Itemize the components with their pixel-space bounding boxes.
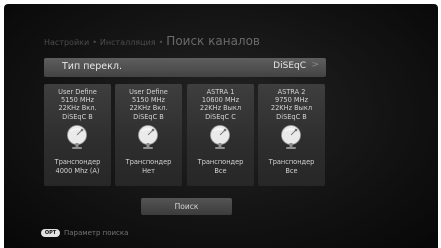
transponder-info: Транспондер Все: [258, 158, 325, 176]
options-hint: OPT Параметр поиска: [41, 229, 128, 237]
transponder-label: Транспондер: [54, 158, 101, 166]
satellite-lnb-frequency: 5150 MHz: [132, 96, 165, 105]
transponder-value: Все: [214, 167, 227, 175]
satellite-lnb-frequency: 5150 MHz: [61, 96, 94, 105]
satellite-name: ASTRA 2: [277, 88, 306, 96]
satellite-dish-icon: [210, 125, 230, 149]
breadcrumb-separator: •: [158, 38, 164, 47]
hint-text: Параметр поиска: [64, 229, 129, 237]
satellite-list: User Define 5150 MHz 22KHz Вкл. DiSEqC B…: [44, 84, 326, 186]
satellite-dish-icon: [138, 125, 158, 149]
satellite-lnb-frequency: 9750 MHz: [275, 96, 308, 105]
satellite-22khz: 22KHz Выкл: [270, 104, 313, 113]
satellite-diseqc-port: DiSEqC C: [205, 112, 236, 121]
breadcrumb-installation[interactable]: Инсталляция: [100, 38, 156, 47]
satellite-card[interactable]: ASTRA 1 10600 MHz 22KHz Выкл DiSEqC C Тр…: [187, 84, 254, 186]
transponder-value: Нет: [142, 167, 155, 175]
switch-type-label: Тип перекл.: [62, 61, 122, 72]
breadcrumb-settings[interactable]: Настройки: [44, 38, 89, 47]
satellite-info: User Define 5150 MHz 22KHz Вкл. DiSEqC B: [115, 88, 182, 121]
page-title: Поиск каналов: [166, 34, 261, 48]
transponder-value: Все: [285, 167, 298, 175]
satellite-dish-icon: [281, 125, 301, 149]
switch-type-value: DiSEqC: [273, 61, 306, 71]
satellite-diseqc-port: DiSEqC B: [62, 112, 93, 121]
transponder-label: Транспондер: [125, 158, 172, 166]
search-button[interactable]: Поиск: [141, 198, 232, 215]
satellite-diseqc-port: DiSEqC B: [276, 112, 307, 121]
transponder-label: Транспондер: [197, 158, 244, 166]
transponder-info: Транспондер Нет: [115, 158, 182, 176]
opt-key-icon[interactable]: OPT: [41, 229, 60, 237]
satellite-name: ASTRA 1: [206, 88, 235, 96]
chevron-right-icon: >: [311, 60, 319, 70]
satellite-22khz: 22KHz Выкл: [199, 104, 242, 113]
satellite-name: User Define: [129, 88, 168, 96]
tv-screen: Настройки • Инсталляция • Поиск каналов …: [4, 4, 438, 248]
transponder-value: 4000 Mhz (A): [55, 167, 100, 175]
satellite-info: ASTRA 2 9750 MHz 22KHz Выкл DiSEqC B: [258, 88, 325, 121]
satellite-lnb-frequency: 10600 MHz: [201, 96, 240, 105]
breadcrumb: Настройки • Инсталляция • Поиск каналов: [44, 34, 260, 52]
transponder-info: Транспондер 4000 Mhz (A): [44, 158, 111, 176]
satellite-card[interactable]: User Define 5150 MHz 22KHz Вкл. DiSEqC B…: [115, 84, 182, 186]
satellite-22khz: 22KHz Вкл.: [129, 104, 168, 113]
satellite-22khz: 22KHz Вкл.: [58, 104, 97, 113]
transponder-info: Транспондер Все: [187, 158, 254, 176]
switch-type-selector[interactable]: Тип перекл. DiSEqC >: [44, 58, 326, 77]
satellite-name: User Define: [58, 88, 97, 96]
satellite-dish-icon: [67, 125, 87, 149]
satellite-info: User Define 5150 MHz 22KHz Вкл. DiSEqC B: [44, 88, 111, 121]
satellite-info: ASTRA 1 10600 MHz 22KHz Выкл DiSEqC C: [187, 88, 254, 121]
satellite-diseqc-port: DiSEqC B: [133, 112, 164, 121]
transponder-label: Транспондер: [268, 158, 315, 166]
satellite-card[interactable]: User Define 5150 MHz 22KHz Вкл. DiSEqC B…: [44, 84, 111, 186]
satellite-card[interactable]: ASTRA 2 9750 MHz 22KHz Выкл DiSEqC B Тра…: [258, 84, 325, 186]
breadcrumb-separator: •: [92, 38, 97, 47]
